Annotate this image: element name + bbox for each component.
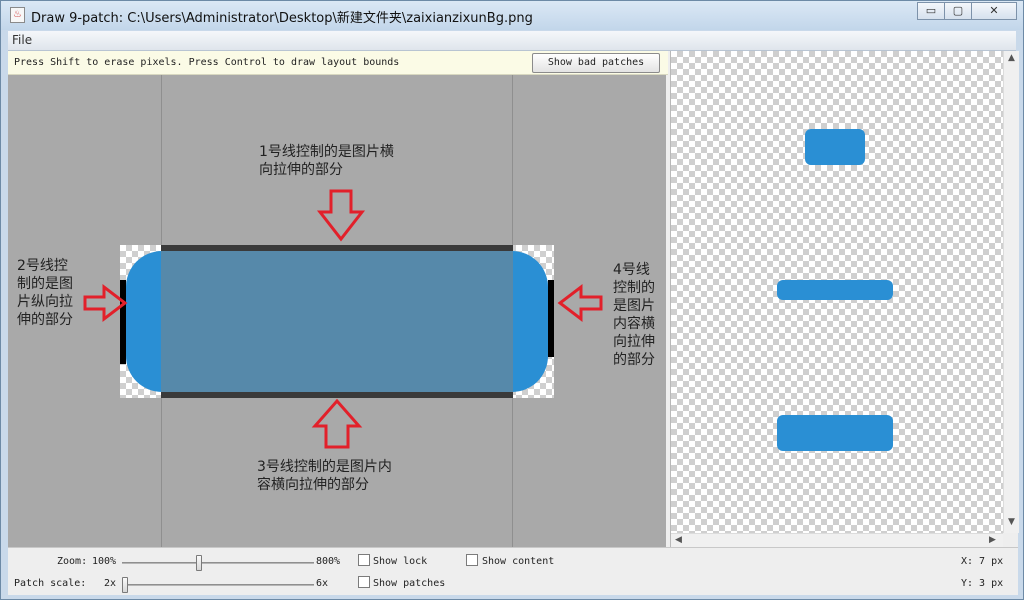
patch-max-label: 6x <box>316 578 329 589</box>
patch-scale-label: Patch scale: <box>14 578 87 589</box>
preview-large <box>777 415 893 451</box>
hint-bar: Press Shift to erase pixels. Press Contr… <box>8 51 668 75</box>
scroll-right-icon[interactable]: ▶ <box>989 535 996 545</box>
minimize-button[interactable]: ▭ <box>917 2 945 20</box>
hint-text: Press Shift to erase pixels. Press Contr… <box>14 57 400 68</box>
java-app-icon: ♨ <box>10 7 25 23</box>
controls-bar: Zoom: 100% 800% Show lock Show content X… <box>8 547 1018 595</box>
zoom-min-label: 100% <box>92 556 117 567</box>
app-window: ♨ Draw 9-patch: C:\Users\Administrator\D… <box>0 0 1024 600</box>
show-patches-label[interactable]: Show patches <box>373 578 445 589</box>
scroll-left-icon[interactable]: ◀ <box>675 535 682 545</box>
close-button[interactable]: ✕ <box>971 2 1017 20</box>
y-coordinate-readout: Y: 3 px <box>961 578 1004 589</box>
show-content-label[interactable]: Show content <box>482 556 554 567</box>
patch-scale-slider[interactable] <box>122 577 314 593</box>
zoom-slider-thumb[interactable] <box>196 555 202 571</box>
patch-scale-slider-thumb[interactable] <box>122 577 128 593</box>
preview-wide <box>777 280 893 300</box>
patch-editor-canvas[interactable]: 1号线控制的是图片横 向拉伸的部分 2号线控 制的是图 片纵向拉 伸的部分 3号… <box>8 75 666 547</box>
arrow-right-icon <box>83 283 128 323</box>
scroll-up-icon[interactable]: ▲ <box>1008 53 1015 63</box>
window-title: Draw 9-patch: C:\Users\Administrator\Des… <box>31 11 533 26</box>
patch-min-label: 2x <box>104 578 117 589</box>
menu-file[interactable]: File <box>12 33 32 47</box>
title-bar: ♨ Draw 9-patch: C:\Users\Administrator\D… <box>1 1 1023 30</box>
zoom-max-label: 800% <box>316 556 341 567</box>
show-patches-checkbox[interactable] <box>358 576 370 588</box>
preview-panel: ▲ ▼ ◀ ▶ <box>670 51 1019 547</box>
zoom-label: Zoom: <box>57 556 88 567</box>
menu-bar: File <box>8 31 1016 51</box>
arrow-up-icon <box>311 398 363 449</box>
horizontal-scrollbar[interactable]: ◀ ▶ <box>671 533 1003 547</box>
scroll-down-icon[interactable]: ▼ <box>1008 517 1015 527</box>
show-content-checkbox[interactable] <box>466 554 478 566</box>
show-lock-checkbox[interactable] <box>358 554 370 566</box>
x-coordinate-readout: X: 7 px <box>961 556 1004 567</box>
show-bad-patches-button[interactable]: Show bad patches <box>532 53 660 73</box>
main-content: Press Shift to erase pixels. Press Contr… <box>8 51 1019 595</box>
zoom-slider[interactable] <box>122 555 314 571</box>
preview-canvas <box>671 51 1003 533</box>
annotation-arrows <box>83 189 603 449</box>
show-lock-label[interactable]: Show lock <box>373 556 427 567</box>
maximize-button[interactable]: ▢ <box>944 2 972 20</box>
arrow-down-icon <box>316 189 366 242</box>
vertical-scrollbar[interactable]: ▲ ▼ <box>1003 51 1019 533</box>
arrow-left-icon <box>557 283 603 323</box>
preview-small <box>805 129 865 165</box>
